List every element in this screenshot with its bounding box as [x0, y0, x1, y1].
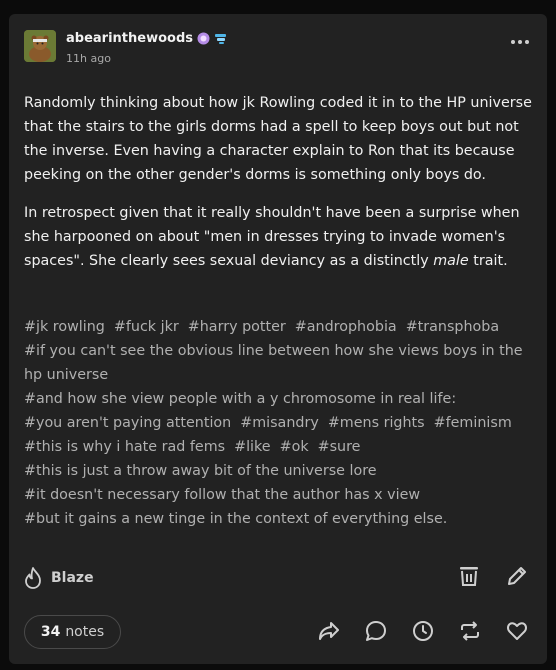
tag[interactable]: #misandry: [240, 415, 319, 431]
tag[interactable]: #it doesn't necessary follow that the au…: [24, 487, 420, 503]
tag[interactable]: #sure: [318, 439, 361, 455]
flame-icon: [25, 567, 41, 589]
notes-button[interactable]: 34 notes: [24, 615, 121, 649]
post-timestamp: 11h ago: [66, 52, 111, 65]
reply-icon[interactable]: [364, 619, 388, 643]
reblog-icon[interactable]: [458, 619, 482, 643]
tag[interactable]: #harry potter: [188, 319, 286, 335]
notes-label: notes: [65, 624, 105, 640]
tag[interactable]: #androphobia: [295, 319, 397, 335]
author-row: abearinthewoods: [66, 31, 227, 46]
tag[interactable]: #fuck jkr: [114, 319, 179, 335]
share-icon[interactable]: [317, 619, 341, 643]
emphasis: male: [433, 253, 469, 269]
tag-list: #jk rowling #fuck jkr #harry potter #androp…: [24, 315, 534, 531]
tag[interactable]: #but it gains a new tinge in the context…: [24, 511, 447, 527]
tag[interactable]: #you aren't paying attention: [24, 415, 231, 431]
post-header: abearinthewoods 11h ago: [24, 30, 532, 66]
paragraph-1: Randomly thinking about how jk Rowling c…: [24, 95, 532, 183]
post-actions: [317, 619, 529, 643]
tag[interactable]: #transphoba: [406, 319, 499, 335]
post-card: abearinthewoods 11h ago Randomly thinkin…: [9, 14, 547, 664]
tag[interactable]: #ok: [280, 439, 309, 455]
more-options-icon[interactable]: [511, 40, 529, 44]
tag[interactable]: #this is just a throw away bit of the un…: [24, 463, 377, 479]
owner-tools: [457, 564, 529, 588]
blaze-button[interactable]: Blaze: [23, 567, 94, 589]
like-heart-icon[interactable]: [505, 619, 529, 643]
notes-count: 34: [40, 624, 61, 640]
blaze-label: Blaze: [51, 570, 94, 586]
username[interactable]: abearinthewoods: [66, 31, 193, 46]
tag[interactable]: #this is why i hate rad fems: [24, 439, 225, 455]
tag[interactable]: #feminism: [434, 415, 512, 431]
tag[interactable]: #like: [234, 439, 271, 455]
tag[interactable]: #mens rights: [328, 415, 425, 431]
post-body: Randomly thinking about how jk Rowling c…: [24, 91, 534, 287]
tag[interactable]: #and how she view people with a y chromo…: [24, 391, 456, 407]
bear-avatar[interactable]: [24, 30, 56, 62]
edit-pencil-icon[interactable]: [505, 564, 529, 588]
tag[interactable]: #jk rowling: [24, 319, 105, 335]
purple-badge-icon: [197, 32, 210, 45]
paragraph-2: In retrospect given that it really shoul…: [24, 205, 520, 269]
blue-badge-icon: [215, 34, 226, 44]
history-icon[interactable]: [411, 619, 435, 643]
trash-icon[interactable]: [457, 564, 481, 588]
tag[interactable]: #if you can't see the obvious line betwe…: [24, 343, 523, 383]
